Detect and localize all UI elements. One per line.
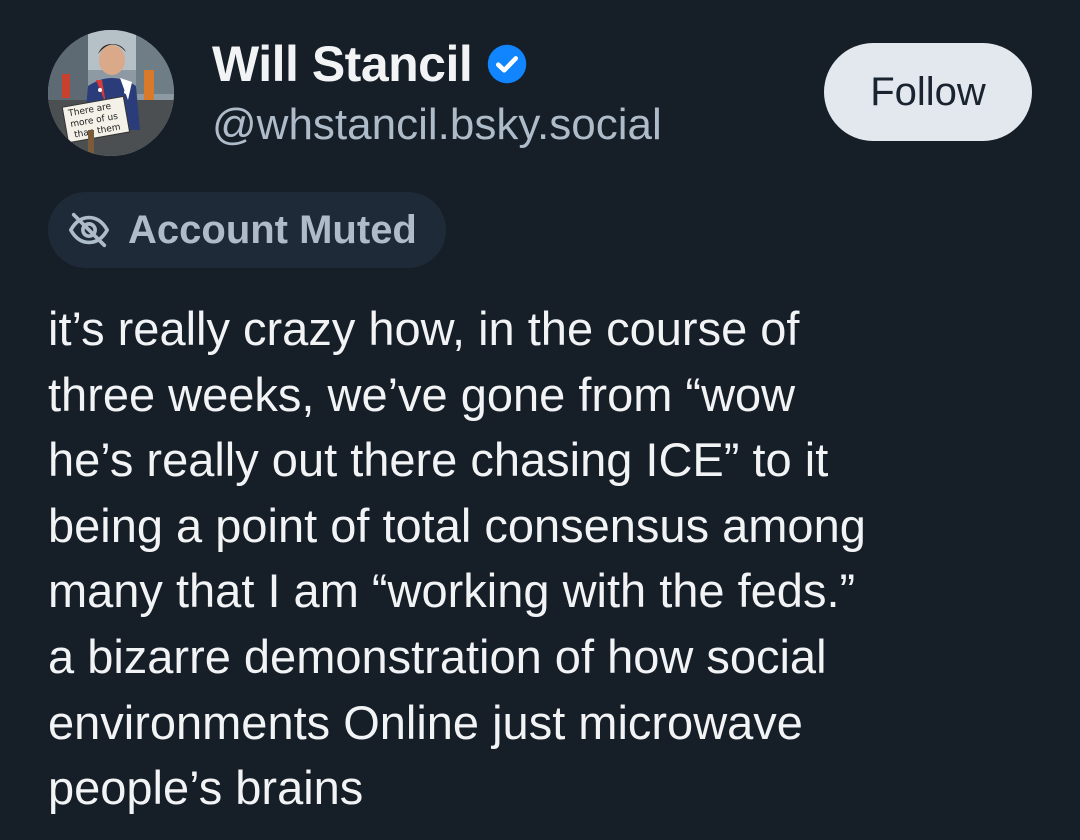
avatar-photo: There are more of us than them — [48, 30, 174, 156]
post-card: There are more of us than them Will Stan… — [0, 0, 1080, 840]
eye-slash-icon — [66, 207, 112, 253]
verified-badge-icon[interactable] — [486, 43, 528, 85]
post-text: it’s really crazy how, in the course of … — [48, 302, 866, 815]
author-display-name[interactable]: Will Stancil — [212, 35, 473, 93]
avatar[interactable]: There are more of us than them — [48, 30, 174, 156]
author-name-row: Will Stancil — [212, 32, 528, 96]
author-handle[interactable]: @whstancil.bsky.social — [212, 100, 662, 150]
account-muted-label: Account Muted — [128, 207, 417, 252]
account-muted-badge[interactable]: Account Muted — [48, 192, 446, 268]
follow-button[interactable]: Follow — [824, 43, 1032, 141]
